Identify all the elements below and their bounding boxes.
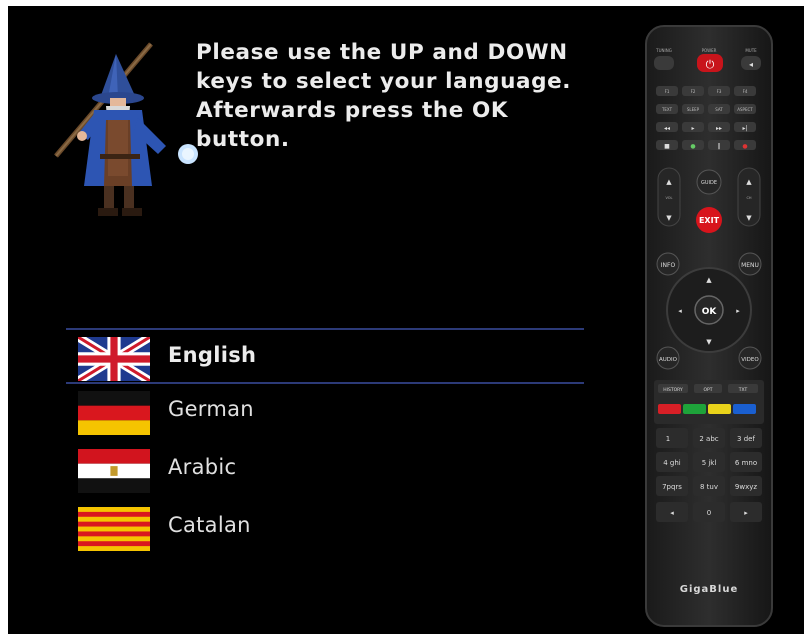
catalonia-flag-icon — [78, 507, 150, 551]
vol-down-icon: ▼ — [666, 214, 672, 222]
dpad-left-arrow[interactable]: ◂ — [678, 307, 682, 315]
dpad-down-arrow[interactable]: ▼ — [706, 338, 712, 346]
sleep-label: SLEEP — [687, 107, 700, 112]
ok-label: OK — [702, 307, 718, 317]
green-key[interactable] — [683, 404, 706, 414]
instruction-text: Please use the UP and DOWN keys to selec… — [196, 38, 626, 154]
instruction-line-4: button. — [196, 127, 290, 152]
key-1[interactable] — [656, 428, 688, 448]
aspect-label: ASPECT — [737, 107, 753, 112]
key-8-label: 8 tuv — [700, 483, 718, 491]
key-3-label: 3 def — [737, 435, 755, 443]
dpad: ▲ ▼ ◂ ▸ OK — [666, 267, 752, 353]
language-item-german[interactable]: German — [66, 384, 584, 442]
language-label-german: German — [168, 397, 254, 421]
history-button[interactable]: HISTORY — [658, 384, 688, 393]
power-label: POWER — [702, 48, 717, 53]
channel-rocker[interactable]: ▲ CH ▼ — [737, 167, 761, 227]
ch-label: CH — [746, 196, 751, 200]
opt-label: OPT — [703, 387, 712, 393]
mute-icon: ◂ — [749, 60, 753, 69]
audio-button[interactable]: AUDIO — [656, 346, 680, 370]
pause-icon: ‖ — [718, 143, 721, 150]
txt-label: TXT — [738, 387, 748, 393]
instruction-line-2: keys to select your language. — [196, 69, 572, 94]
power-button[interactable]: ⏻ — [697, 54, 723, 72]
stop-icon: ■ — [664, 143, 670, 150]
audio-label: AUDIO — [659, 357, 678, 363]
key-4-label: 4 ghi — [663, 459, 681, 467]
key-6-label: 6 mno — [735, 459, 757, 467]
remote-control: TUNING POWER MUTE ⏻ ◂ F1 F2 F3 F4 TEXT S… — [645, 25, 773, 627]
language-label-catalan: Catalan — [168, 513, 251, 537]
menu-label: MENU — [741, 262, 759, 269]
skip-icon: ▸| — [742, 125, 747, 132]
ch-down-icon: ▼ — [746, 214, 752, 222]
exit-label: EXIT — [699, 216, 720, 225]
info-button[interactable]: INFO — [656, 252, 680, 276]
page-left-icon: ◂ — [670, 509, 674, 517]
mute-button[interactable]: ◂ — [741, 56, 761, 70]
txt-button[interactable]: TXT — [728, 384, 758, 393]
guide-button[interactable]: GUIDE — [696, 169, 722, 195]
volume-rocker[interactable]: ▲ VOL ▼ — [657, 167, 681, 227]
exit-button[interactable]: EXIT — [696, 207, 722, 233]
language-list: English German Arabic Catalan — [66, 328, 584, 558]
instruction-line-3: Afterwards press the OK — [196, 98, 509, 123]
forward-icon: ▸▸ — [716, 125, 722, 132]
f1-label: F1 — [665, 89, 670, 94]
power-icon: ⏻ — [706, 58, 715, 71]
video-label: VIDEO — [741, 357, 759, 363]
language-item-catalan[interactable]: Catalan — [66, 500, 584, 558]
tuning-button[interactable] — [654, 56, 674, 70]
page-right-icon: ▸ — [744, 509, 748, 517]
key-0-label: 0 — [707, 509, 711, 517]
info-label: INFO — [661, 262, 676, 269]
dpad-right-arrow[interactable]: ▸ — [736, 307, 740, 315]
key-2-label: 2 abc — [699, 435, 718, 443]
key-9-label: 9wxyz — [735, 483, 757, 491]
ch-up-icon: ▲ — [746, 178, 752, 186]
blue-key[interactable] — [733, 404, 756, 414]
guide-label: GUIDE — [701, 180, 717, 186]
mute-label: MUTE — [745, 48, 757, 53]
language-label-english: English — [168, 343, 257, 367]
play-icon: ▸ — [691, 125, 694, 132]
opt-button[interactable]: OPT — [694, 384, 722, 393]
instruction-line-1: Please use the UP and DOWN — [196, 40, 568, 65]
f4-label: F4 — [743, 89, 748, 94]
vol-up-icon: ▲ — [666, 178, 672, 186]
rec-icon: ● — [742, 143, 747, 150]
egypt-flag-icon — [78, 449, 150, 493]
rewind-icon: ◂◂ — [664, 125, 670, 132]
language-item-english[interactable]: English — [66, 328, 584, 384]
uk-flag-icon — [78, 337, 150, 381]
key-7-label: 7pqrs — [662, 483, 682, 491]
tv-screen: Please use the UP and DOWN keys to selec… — [8, 6, 804, 634]
video-button[interactable]: VIDEO — [738, 346, 762, 370]
f2-label: F2 — [691, 89, 696, 94]
text-label: TEXT — [661, 107, 673, 112]
key-5-label: 5 jkl — [702, 459, 717, 467]
remote-brand-logo: GigaBlue — [680, 584, 739, 595]
sat-label: SAT — [715, 107, 723, 112]
ok-button[interactable]: OK — [694, 295, 724, 325]
f3-label: F3 — [717, 89, 722, 94]
germany-flag-icon — [78, 391, 150, 435]
dpad-up-arrow[interactable]: ▲ — [706, 276, 712, 284]
wizard-illustration — [54, 42, 198, 216]
menu-button[interactable]: MENU — [738, 252, 762, 276]
vol-label: VOL — [665, 196, 672, 200]
key-1-label: 1 — [666, 435, 670, 443]
yellow-key[interactable] — [708, 404, 731, 414]
tuning-label: TUNING — [655, 48, 672, 53]
language-item-arabic[interactable]: Arabic — [66, 442, 584, 500]
history-label: HISTORY — [663, 387, 683, 393]
red-key[interactable] — [658, 404, 681, 414]
language-label-arabic: Arabic — [168, 455, 237, 479]
record-icon: ● — [690, 143, 695, 150]
